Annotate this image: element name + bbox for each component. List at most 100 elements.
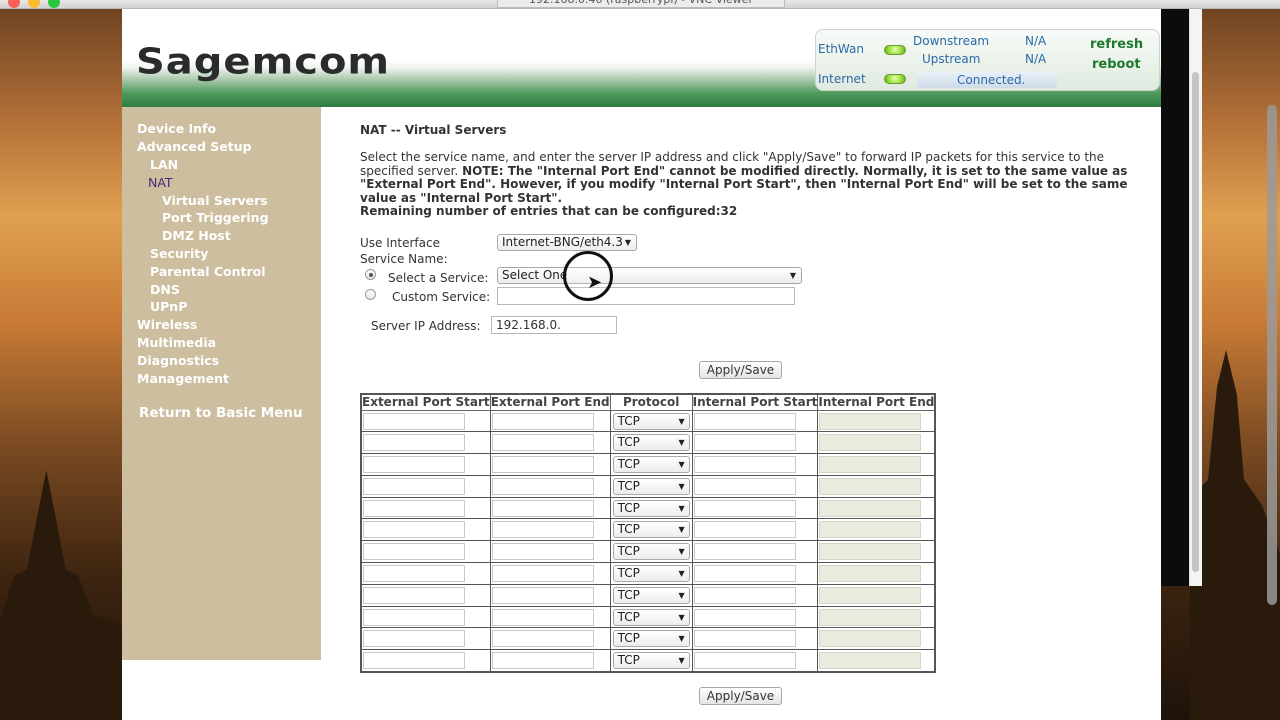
external-port-start-input[interactable] [363, 652, 465, 670]
nav-advanced-setup[interactable]: Advanced Setup [137, 139, 252, 154]
use-interface-select[interactable]: Internet-BNG/eth4.3 ▼ [497, 234, 637, 251]
external-port-start-input[interactable] [363, 608, 465, 626]
outer-scrollbar-thumb[interactable] [1267, 105, 1277, 605]
external-port-start-cell [360, 474, 491, 498]
custom-service-input[interactable] [497, 287, 795, 305]
internal-port-start-input[interactable] [693, 477, 796, 495]
external-port-end-input[interactable] [491, 521, 594, 539]
internal-port-end-input [819, 477, 922, 495]
external-port-end-input[interactable] [491, 434, 594, 452]
external-port-start-input[interactable] [363, 434, 465, 452]
external-port-start-input[interactable] [363, 499, 465, 517]
external-port-end-input[interactable] [491, 499, 594, 517]
external-port-end-input[interactable] [491, 412, 594, 430]
internal-port-end-input [819, 586, 922, 604]
external-port-start-cell [360, 605, 491, 629]
external-port-start-input[interactable] [363, 412, 465, 430]
protocol-select[interactable]: TCP ▼ [612, 652, 690, 670]
internal-port-start-cell [691, 627, 819, 651]
internal-port-start-cell [691, 518, 819, 542]
chevron-down-icon: ▼ [678, 569, 685, 579]
external-port-start-input[interactable] [363, 630, 465, 648]
internal-port-start-input[interactable] [693, 412, 796, 430]
temple-silhouette-left [0, 470, 122, 720]
apply-save-button-top[interactable]: Apply/Save [699, 361, 782, 379]
nav-port-triggering[interactable]: Port Triggering [162, 210, 269, 225]
close-window-icon[interactable] [8, 0, 20, 8]
nav-virtual-servers[interactable]: Virtual Servers [162, 193, 268, 208]
protocol-select[interactable]: TCP ▼ [612, 412, 690, 430]
table-row: TCP ▼ [360, 627, 936, 651]
server-ip-input[interactable]: 192.168.0. [491, 316, 617, 334]
external-port-start-input[interactable] [363, 586, 465, 604]
external-port-start-input[interactable] [363, 565, 465, 583]
custom-service-radio[interactable] [365, 289, 376, 300]
internal-port-start-input[interactable] [693, 586, 796, 604]
nav-lan[interactable]: LAN [150, 157, 178, 172]
internal-port-start-input[interactable] [693, 565, 796, 583]
internal-port-end-cell [817, 649, 936, 673]
nav-diagnostics[interactable]: Diagnostics [137, 353, 219, 368]
external-port-start-input[interactable] [363, 521, 465, 539]
nav-security[interactable]: Security [150, 246, 208, 261]
external-port-start-input[interactable] [363, 456, 465, 474]
protocol-select[interactable]: TCP ▼ [612, 434, 690, 452]
protocol-select[interactable]: TCP ▼ [612, 499, 690, 517]
protocol-select[interactable]: TCP ▼ [612, 586, 690, 604]
refresh-button[interactable]: refresh [1090, 37, 1143, 52]
internal-port-end-cell [817, 583, 936, 607]
maximize-window-icon[interactable] [48, 0, 60, 8]
apply-save-button-bottom[interactable]: Apply/Save [699, 687, 782, 705]
external-port-end-input[interactable] [491, 586, 594, 604]
external-port-end-input[interactable] [491, 477, 594, 495]
internal-port-start-cell [691, 474, 819, 498]
external-port-start-input[interactable] [363, 477, 465, 495]
protocol-value: TCP [617, 631, 640, 646]
protocol-select[interactable]: TCP ▼ [612, 565, 690, 583]
internal-port-end-input [819, 412, 922, 430]
external-port-end-input[interactable] [491, 652, 594, 670]
internal-port-start-input[interactable] [693, 630, 796, 648]
external-port-end-cell [489, 649, 611, 673]
nav-dmz-host[interactable]: DMZ Host [162, 228, 231, 243]
protocol-select[interactable]: TCP ▼ [612, 543, 690, 561]
protocol-select[interactable]: TCP ▼ [612, 456, 690, 474]
external-port-start-cell [360, 409, 491, 433]
external-port-end-input[interactable] [491, 630, 594, 648]
chevron-down-icon: ▼ [789, 271, 796, 280]
external-port-end-input[interactable] [491, 456, 594, 474]
internal-port-start-input[interactable] [693, 434, 796, 452]
nav-multimedia[interactable]: Multimedia [137, 335, 216, 350]
external-port-end-input[interactable] [491, 565, 594, 583]
nav-device-info[interactable]: Device Info [137, 121, 216, 136]
external-port-end-input[interactable] [491, 543, 594, 561]
external-port-start-input[interactable] [363, 543, 465, 561]
select-service-radio[interactable] [365, 269, 376, 280]
protocol-select[interactable]: TCP ▼ [612, 608, 690, 626]
nav-return-basic-menu[interactable]: Return to Basic Menu [139, 405, 303, 421]
internal-port-start-input[interactable] [693, 456, 796, 474]
table-row: TCP ▼ [360, 453, 936, 476]
internal-port-start-input[interactable] [693, 499, 796, 517]
reboot-button[interactable]: reboot [1092, 57, 1141, 72]
nav-dns[interactable]: DNS [150, 282, 180, 297]
internal-port-start-input[interactable] [693, 652, 796, 670]
nav-parental-control[interactable]: Parental Control [150, 264, 266, 279]
internal-port-start-input[interactable] [693, 543, 796, 561]
protocol-select[interactable]: TCP ▼ [612, 477, 690, 495]
protocol-select[interactable]: TCP ▼ [612, 630, 690, 648]
nav-upnp[interactable]: UPnP [150, 299, 187, 314]
minimize-window-icon[interactable] [28, 0, 40, 8]
nav-management[interactable]: Management [137, 371, 229, 386]
nav-nat[interactable]: NAT [148, 175, 173, 190]
select-service-dropdown[interactable]: Select One ▼ [497, 267, 802, 284]
internal-port-start-input[interactable] [693, 521, 796, 539]
internal-port-start-input[interactable] [693, 608, 796, 626]
use-interface-value: Internet-BNG/eth4.3 [502, 235, 623, 249]
page-scrollbar-thumb[interactable] [1192, 72, 1199, 572]
external-port-end-input[interactable] [491, 608, 594, 626]
protocol-value: TCP [617, 435, 640, 450]
protocol-select[interactable]: TCP ▼ [612, 521, 690, 539]
nav-wireless[interactable]: Wireless [137, 317, 197, 332]
protocol-cell: TCP ▼ [609, 474, 693, 498]
